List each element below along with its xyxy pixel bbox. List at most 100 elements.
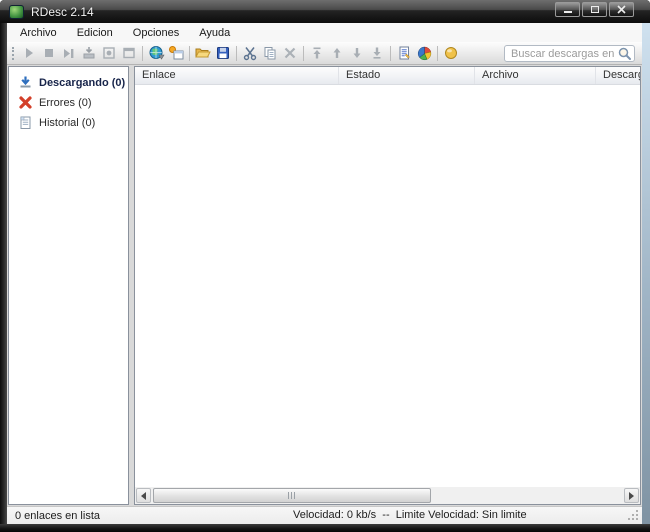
open-list-button[interactable] (193, 43, 213, 63)
move-up-button[interactable] (327, 43, 347, 63)
window-border-right (642, 23, 650, 524)
search-box (504, 45, 635, 62)
column-header-archivo[interactable]: Archivo (475, 67, 596, 84)
tray-down-icon (83, 47, 95, 59)
app-icon (9, 4, 24, 19)
sidebar-item-label: Descargando (0) (39, 76, 126, 89)
new-window-icon (168, 45, 183, 59)
titlebar[interactable]: RDesc 2.14 (0, 0, 650, 23)
toolbar-separator (142, 45, 143, 61)
table-header: Enlace Estado Archivo Descargado (135, 67, 640, 85)
toolbar-separator (437, 45, 438, 61)
save-floppy-icon (217, 47, 229, 59)
scroll-right-icon (629, 491, 638, 500)
log-button[interactable] (394, 43, 414, 63)
column-header-estado[interactable]: Estado (339, 67, 475, 84)
close-icon (617, 5, 626, 14)
sidebar: Descargando (0) Errores (0) Historial (0… (8, 66, 129, 505)
delete-button[interactable] (280, 43, 300, 63)
statistics-button[interactable] (414, 43, 434, 63)
window-border-left (0, 23, 7, 524)
status-links-count: 0 enlaces en lista (15, 509, 100, 522)
pie-chart-icon (417, 46, 431, 60)
sidebar-item-descargando[interactable]: Descargando (0) (9, 73, 128, 93)
move-to-bottom-button[interactable] (367, 43, 387, 63)
stop-icon (45, 49, 53, 57)
help-button[interactable] (441, 43, 461, 63)
start-download-button[interactable] (19, 43, 39, 63)
play-list-icon (64, 49, 74, 58)
play-icon (26, 48, 33, 58)
arrow-down-icon (353, 48, 361, 58)
search-icon[interactable] (617, 46, 632, 61)
start-all-button[interactable] (59, 43, 79, 63)
resize-grip-icon[interactable] (626, 508, 639, 521)
move-to-top-button[interactable] (307, 43, 327, 63)
window-controls (555, 2, 634, 17)
maximize-icon (590, 6, 599, 13)
scrollbar-thumb[interactable] (153, 488, 431, 503)
yellow-ball-icon (445, 47, 457, 59)
close-button[interactable] (609, 2, 634, 17)
document-lines-icon (399, 46, 410, 60)
scrollbar-track[interactable] (152, 488, 623, 503)
toolbar-separator (390, 45, 391, 61)
download-from-web-button[interactable] (146, 43, 166, 63)
stop-download-button[interactable] (39, 43, 59, 63)
move-down-button[interactable] (347, 43, 367, 63)
scheduler-button[interactable] (99, 43, 119, 63)
arrow-bottom-icon (373, 47, 381, 59)
minimize-icon (563, 11, 572, 13)
globe-download-icon (149, 45, 165, 60)
menu-archivo[interactable]: Archivo (10, 25, 67, 41)
arrow-up-icon (333, 48, 341, 58)
toolbar (7, 42, 642, 65)
horizontal-scrollbar (135, 487, 640, 504)
stop-all-button[interactable] (79, 43, 99, 63)
window-icon (123, 47, 135, 59)
window-title: RDesc 2.14 (31, 4, 94, 19)
download-arrow-icon (20, 76, 31, 88)
sidebar-item-errores[interactable]: Errores (0) (9, 93, 128, 113)
cut-button[interactable] (240, 43, 260, 63)
record-square-icon (103, 47, 115, 59)
sidebar-item-label: Historial (0) (39, 116, 96, 129)
browser-window-button[interactable] (119, 43, 139, 63)
scroll-left-button[interactable] (136, 488, 151, 503)
download-list-panel: Enlace Estado Archivo Descargado (134, 66, 641, 505)
copy-button[interactable] (260, 43, 280, 63)
status-speed: Velocidad: 0 kb/s -- Limite Velocidad: S… (293, 509, 527, 521)
column-header-descargado[interactable]: Descargado (596, 67, 640, 84)
copy-pages-icon (264, 47, 276, 60)
sidebar-item-historial[interactable]: Historial (0) (9, 113, 128, 133)
minimize-button[interactable] (555, 2, 580, 17)
add-link-button[interactable] (166, 43, 186, 63)
toolbar-separator (189, 45, 190, 61)
toolbar-separator (303, 45, 304, 61)
scissors-icon (243, 47, 257, 61)
main-area: Descargando (0) Errores (0) Historial (0… (7, 65, 642, 506)
scroll-right-button[interactable] (624, 488, 639, 503)
search-input[interactable] (511, 47, 617, 60)
toolbar-grip[interactable] (12, 46, 15, 60)
menu-edicion[interactable]: Edicion (67, 25, 123, 41)
open-folder-icon (195, 48, 211, 58)
menu-ayuda[interactable]: Ayuda (189, 25, 240, 41)
arrow-top-icon (313, 47, 321, 59)
red-x-icon (19, 96, 32, 109)
scrollbar-grip-icon (287, 492, 297, 499)
window-border-bottom (0, 524, 650, 532)
menu-opciones[interactable]: Opciones (123, 25, 189, 41)
maximize-button[interactable] (582, 2, 607, 17)
toolbar-separator (236, 45, 237, 61)
app-window: RDesc 2.14 Archivo Edicion Opciones Ayud… (0, 0, 650, 532)
delete-x-icon (284, 47, 296, 59)
menubar: Archivo Edicion Opciones Ayuda (7, 23, 642, 42)
statusbar: 0 enlaces en lista Velocidad: 0 kb/s -- … (7, 506, 642, 524)
download-list-empty[interactable] (135, 85, 640, 487)
save-list-button[interactable] (213, 43, 233, 63)
sidebar-item-label: Errores (0) (39, 96, 92, 109)
column-header-enlace[interactable]: Enlace (135, 67, 339, 84)
history-page-icon (20, 116, 31, 129)
scroll-left-icon (137, 491, 146, 500)
